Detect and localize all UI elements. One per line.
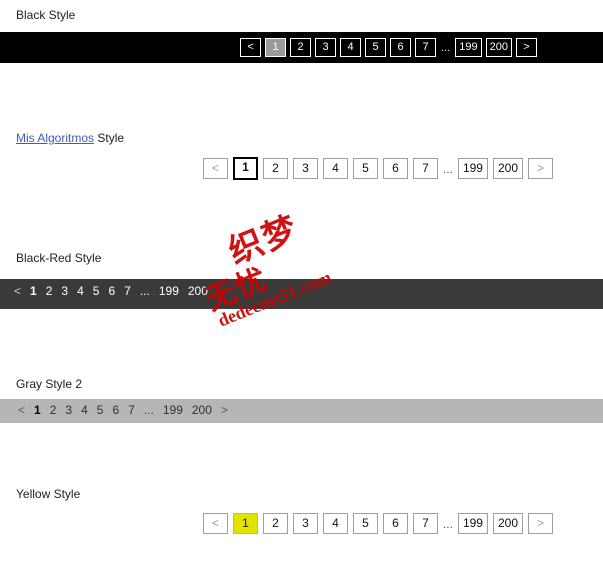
page-number-2-algo[interactable]: 2 xyxy=(262,158,288,179)
page-number-200-blackred[interactable]: 200 xyxy=(188,284,208,298)
page-number-199-yellow[interactable]: 199 xyxy=(457,513,488,534)
page-next-yellow[interactable]: > xyxy=(528,513,553,534)
page-number-199-blackred[interactable]: 199 xyxy=(159,284,179,298)
page-prev-yellow[interactable]: < xyxy=(202,513,228,534)
page-number-7-black[interactable]: 7 xyxy=(415,38,437,57)
page-number-200-yellow[interactable]: 200 xyxy=(492,513,523,534)
page-number-1-blackred[interactable]: 1 xyxy=(30,284,37,298)
page-number-4-blackred[interactable]: 4 xyxy=(77,284,84,298)
pagination-yellow: < 1 2 3 4 5 6 7 ... 199 200 > xyxy=(202,513,553,534)
page-number-1-black[interactable]: 1 xyxy=(265,38,287,57)
pagination-blackred: < 1 2 3 4 5 6 7 ... 199 200 xyxy=(14,284,208,298)
page-number-4-yellow[interactable]: 4 xyxy=(322,513,348,534)
pagination-black: < 1 2 3 4 5 6 7 ... 199 200 > xyxy=(240,38,537,57)
page-number-7-algo[interactable]: 7 xyxy=(412,158,438,179)
page-prev-black[interactable]: < xyxy=(240,38,262,57)
page-ellipsis-yellow: ... xyxy=(442,516,453,531)
page-number-2-black[interactable]: 2 xyxy=(290,38,312,57)
page-ellipsis-gray: ... xyxy=(143,403,154,417)
page-number-5-blackred[interactable]: 5 xyxy=(93,284,100,298)
section-title-black-text: Black Style xyxy=(16,8,76,22)
page-number-5-gray[interactable]: 5 xyxy=(97,403,104,417)
page-number-2-blackred[interactable]: 2 xyxy=(46,284,53,298)
section-title-gray: Gray Style 2 xyxy=(16,377,82,391)
pagination-bar-blackred: < 1 2 3 4 5 6 7 ... 199 200 xyxy=(0,279,603,309)
page-number-4-gray[interactable]: 4 xyxy=(81,403,88,417)
pagination-bar-gray: < 1 2 3 4 5 6 7 ... 199 200 > xyxy=(0,399,603,423)
pagination-bar-algo: < 1 2 3 4 5 6 7 ... 199 200 > xyxy=(0,157,603,183)
pagination-gray: < 1 2 3 4 5 6 7 ... 199 200 > xyxy=(18,403,228,417)
page-number-199-algo[interactable]: 199 xyxy=(457,158,488,179)
section-title-blackred: Black-Red Style xyxy=(16,251,101,265)
page-number-4-algo[interactable]: 4 xyxy=(322,158,348,179)
page-number-200-gray[interactable]: 200 xyxy=(192,403,212,417)
page-number-2-yellow[interactable]: 2 xyxy=(262,513,288,534)
page-number-199-black[interactable]: 199 xyxy=(455,38,482,57)
page-number-6-yellow[interactable]: 6 xyxy=(382,513,408,534)
page-number-6-gray[interactable]: 6 xyxy=(112,403,119,417)
page-number-4-black[interactable]: 4 xyxy=(340,38,362,57)
section-title-gray-text: Gray Style 2 xyxy=(16,377,83,391)
page-number-3-blackred[interactable]: 3 xyxy=(61,284,68,298)
section-title-algo-suffix: Style xyxy=(94,131,125,145)
page-next-black[interactable]: > xyxy=(516,38,537,57)
page-ellipsis-blackred: ... xyxy=(139,284,150,298)
page-number-3-algo[interactable]: 3 xyxy=(292,158,318,179)
page-number-7-gray[interactable]: 7 xyxy=(128,403,135,417)
pagination-algo: < 1 2 3 4 5 6 7 ... 199 200 > xyxy=(202,157,553,180)
page-number-7-yellow[interactable]: 7 xyxy=(412,513,438,534)
page-number-6-algo[interactable]: 6 xyxy=(382,158,408,179)
page-number-2-gray[interactable]: 2 xyxy=(50,403,57,417)
section-title-blackred-text: Black-Red Style xyxy=(16,251,102,265)
watermark-line1: 织梦 xyxy=(222,208,305,273)
page-number-6-blackred[interactable]: 6 xyxy=(108,284,115,298)
pagination-bar-yellow: < 1 2 3 4 5 6 7 ... 199 200 > xyxy=(0,513,603,539)
page-prev-gray[interactable]: < xyxy=(18,403,25,417)
page-number-1-algo[interactable]: 1 xyxy=(232,157,258,180)
page-number-3-gray[interactable]: 3 xyxy=(65,403,72,417)
page-number-200-algo[interactable]: 200 xyxy=(492,158,523,179)
page-number-5-algo[interactable]: 5 xyxy=(352,158,378,179)
page-next-gray[interactable]: > xyxy=(221,403,228,417)
page-number-5-yellow[interactable]: 5 xyxy=(352,513,378,534)
section-title-yellow: Yellow Style xyxy=(16,487,80,501)
page-number-1-yellow[interactable]: 1 xyxy=(232,513,258,534)
page-number-3-black[interactable]: 3 xyxy=(315,38,337,57)
section-title-algo: Mis Algoritmos Style xyxy=(16,131,124,145)
page-number-1-gray[interactable]: 1 xyxy=(34,403,41,417)
section-title-algo-link[interactable]: Mis Algoritmos xyxy=(16,131,94,145)
page-next-algo[interactable]: > xyxy=(528,158,553,179)
page-number-6-black[interactable]: 6 xyxy=(390,38,412,57)
page-number-7-blackred[interactable]: 7 xyxy=(124,284,131,298)
page-ellipsis-algo: ... xyxy=(442,161,453,176)
section-title-black: Black Style xyxy=(16,8,75,22)
pagination-bar-black: < 1 2 3 4 5 6 7 ... 199 200 > xyxy=(0,32,603,63)
page-number-3-yellow[interactable]: 3 xyxy=(292,513,318,534)
page-number-200-black[interactable]: 200 xyxy=(485,38,512,57)
page-prev-blackred[interactable]: < xyxy=(14,284,21,298)
page-number-5-black[interactable]: 5 xyxy=(365,38,387,57)
page-number-199-gray[interactable]: 199 xyxy=(163,403,183,417)
section-title-yellow-text: Yellow Style xyxy=(16,487,81,501)
page-prev-algo[interactable]: < xyxy=(202,158,228,179)
page-ellipsis-black: ... xyxy=(441,41,451,54)
